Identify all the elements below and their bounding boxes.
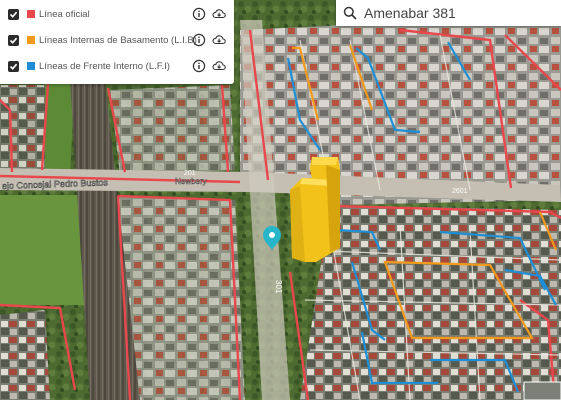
search-input[interactable] — [364, 0, 554, 26]
house-number: 301 — [274, 280, 283, 294]
layer-row-linea-oficial[interactable]: Línea oficial — [0, 1, 234, 27]
info-icon[interactable] — [192, 7, 206, 21]
house-number: 201 — [184, 170, 196, 177]
cloud-download-icon[interactable] — [212, 33, 226, 47]
layer-row-lib[interactable]: Líneas Internas de Basamento (L.I.B) — [0, 27, 234, 53]
grass-field — [45, 80, 75, 175]
urban-block — [110, 85, 235, 175]
layer-checkbox[interactable] — [8, 34, 19, 46]
layer-row-lfi[interactable]: Líneas de Frente Interno (L.F.I) — [0, 53, 234, 79]
layer-color-swatch — [27, 10, 35, 18]
layer-panel: Línea oficial Líneas Internas de Basamen… — [0, 0, 234, 84]
house-number: 2601 — [452, 188, 468, 195]
cloud-download-icon[interactable] — [212, 7, 226, 21]
layer-label: Líneas de Frente Interno (L.F.I) — [39, 60, 170, 72]
urban-block — [0, 310, 50, 400]
info-icon[interactable] — [192, 33, 206, 47]
minimap-corner[interactable] — [523, 381, 561, 400]
layer-label: Línea oficial — [39, 8, 90, 20]
layer-checkbox[interactable] — [8, 60, 19, 72]
layer-label: Líneas Internas de Basamento (L.I.B) — [39, 34, 197, 46]
search-icon[interactable] — [343, 6, 357, 20]
layer-color-swatch — [27, 36, 35, 44]
layer-checkbox[interactable] — [8, 8, 19, 20]
street-label-newbery: Newbery — [175, 177, 207, 186]
layer-color-swatch — [27, 62, 35, 70]
grass-field — [0, 195, 90, 305]
cloud-download-icon[interactable] — [212, 59, 226, 73]
info-icon[interactable] — [192, 59, 206, 73]
search-bar — [336, 0, 561, 26]
